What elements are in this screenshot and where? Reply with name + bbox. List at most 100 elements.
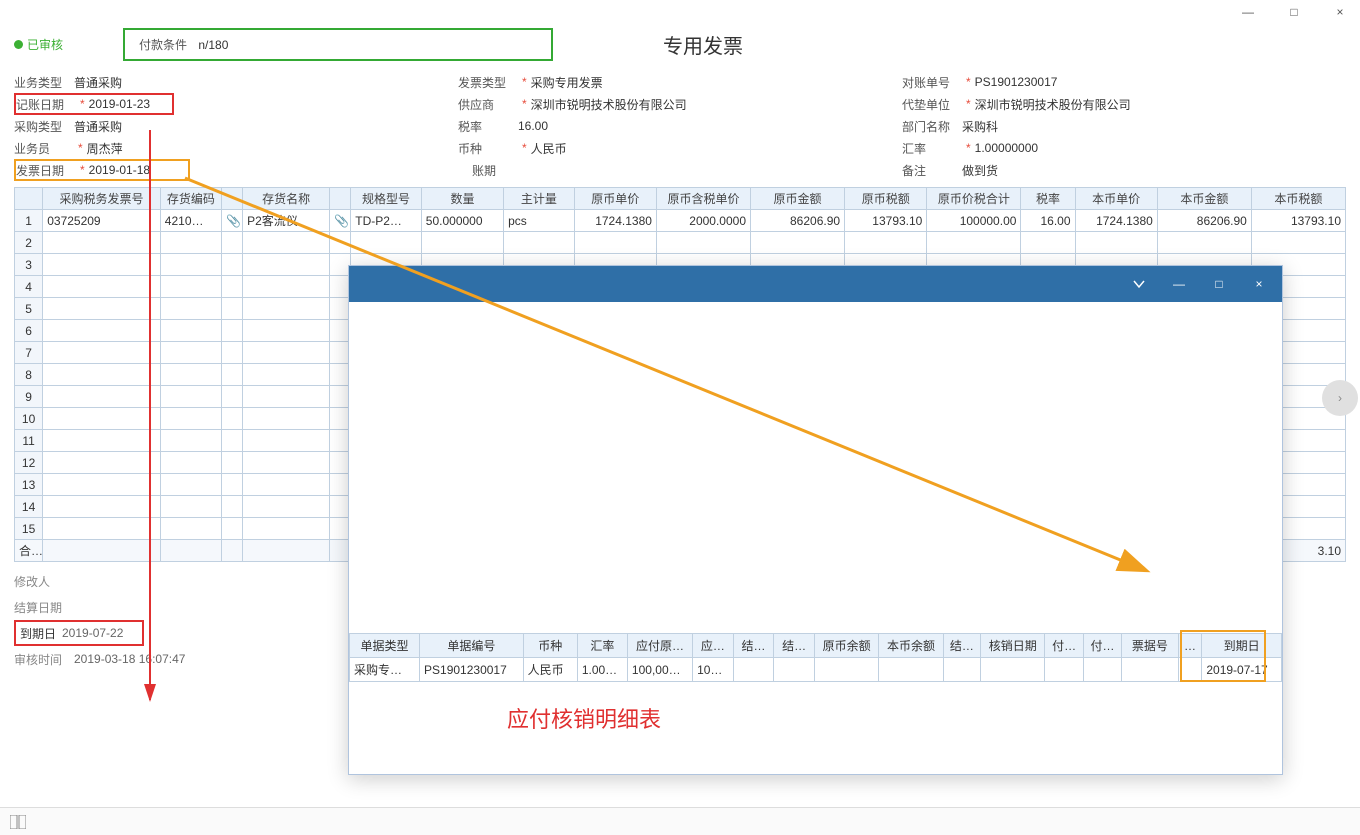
table-header[interactable]: 原币金额 (751, 188, 845, 210)
tax-rate-value: 16.00 (518, 119, 548, 133)
close-button[interactable]: × (1326, 2, 1354, 22)
popup-table-header[interactable]: 付… (1045, 634, 1083, 658)
currency-value: 人民币 (531, 140, 567, 157)
table-header[interactable]: 采购税务发票号 (43, 188, 161, 210)
table-cell (43, 232, 161, 254)
popup-table-header[interactable]: 到期日 (1202, 634, 1282, 658)
table-cell (243, 540, 330, 562)
table-row[interactable]: 1037252094210…📎P2客流仪📎TD-P2…50.000000pcs1… (15, 210, 1346, 232)
dialog-maximize-button[interactable]: □ (1206, 273, 1232, 295)
table-cell (1075, 232, 1157, 254)
table-header[interactable]: 本币金额 (1157, 188, 1251, 210)
layout-icon (10, 815, 26, 829)
table-header[interactable]: 税率 (1021, 188, 1075, 210)
popup-table-cell (1178, 658, 1202, 682)
table-cell (43, 320, 161, 342)
approved-icon (14, 40, 23, 49)
table-cell: 15 (15, 518, 43, 540)
popup-table-header[interactable]: 单据类型 (350, 634, 420, 658)
table-cell (243, 254, 330, 276)
popup-table-header[interactable]: 币种 (523, 634, 577, 658)
due-date-value: 2019-07-22 (62, 626, 123, 640)
table-row[interactable]: 2 (15, 232, 1346, 254)
dialog-minimize-button[interactable]: — (1166, 273, 1192, 295)
dialog-dropdown-button[interactable] (1126, 273, 1152, 295)
popup-table-cell: PS1901230017 (420, 658, 524, 682)
table-cell (160, 232, 221, 254)
maximize-button[interactable]: □ (1280, 2, 1308, 22)
table-header[interactable]: 存货编码 (160, 188, 221, 210)
table-cell: 14 (15, 496, 43, 518)
table-cell (221, 276, 242, 298)
table-cell: 6 (15, 320, 43, 342)
table-header[interactable]: 原币税额 (845, 188, 927, 210)
payment-terms-label: 付款条件 (139, 38, 187, 52)
popup-table-header[interactable]: 核销日期 (981, 634, 1045, 658)
popup-table-header[interactable]: 应付原… (627, 634, 692, 658)
table-cell (160, 320, 221, 342)
table-cell: pcs (504, 210, 575, 232)
table-header[interactable] (330, 188, 351, 210)
table-header[interactable]: 主计量 (504, 188, 575, 210)
popup-table-header[interactable]: 票据号 (1122, 634, 1178, 658)
table-cell (574, 232, 656, 254)
table-cell: 16.00 (1021, 210, 1075, 232)
period-label: 账期 (458, 162, 518, 179)
table-header[interactable]: 本币单价 (1075, 188, 1157, 210)
table-cell (221, 474, 242, 496)
table-header[interactable]: 数量 (421, 188, 503, 210)
modifier-label: 修改人 (14, 573, 74, 590)
table-cell (43, 452, 161, 474)
table-header[interactable]: 存货名称 (243, 188, 330, 210)
popup-table-cell (1045, 658, 1083, 682)
table-cell (160, 364, 221, 386)
table-cell: 1724.1380 (1075, 210, 1157, 232)
popup-table-header[interactable]: 结… (774, 634, 815, 658)
popup-table-header[interactable]: … (1178, 634, 1202, 658)
table-cell: 86206.90 (1157, 210, 1251, 232)
popup-table-header[interactable]: 原币余额 (815, 634, 879, 658)
table-cell (243, 430, 330, 452)
table-header[interactable]: 原币单价 (574, 188, 656, 210)
table-cell (43, 540, 161, 562)
table-header[interactable] (15, 188, 43, 210)
invoice-date-value: 2019-01-18 (89, 163, 150, 177)
writeoff-detail-table[interactable]: 单据类型单据编号币种汇率应付原…应…结…结…原币余额本币余额结…核销日期付…付…… (349, 633, 1282, 682)
popup-table-header[interactable]: 应… (693, 634, 734, 658)
table-header[interactable]: 原币含税单价 (656, 188, 750, 210)
writeoff-detail-dialog: — □ × 单据类型单据编号币种汇率应付原…应…结…结…原币余额本币余额结…核销… (348, 265, 1283, 775)
table-header[interactable]: 原币价税合计 (927, 188, 1021, 210)
popup-table-header[interactable]: 汇率 (577, 634, 627, 658)
table-cell: 50.000000 (421, 210, 503, 232)
table-cell: P2客流仪 (243, 210, 330, 232)
table-header[interactable]: 规格型号 (351, 188, 422, 210)
dialog-caption-label: 应付核销明细表 (507, 702, 661, 734)
dept-value: 采购科 (962, 118, 998, 135)
popup-table-header[interactable]: 付… (1083, 634, 1121, 658)
table-cell (243, 474, 330, 496)
table-cell (243, 386, 330, 408)
table-header[interactable]: 本币税额 (1251, 188, 1345, 210)
minimize-button[interactable]: — (1234, 2, 1262, 22)
dialog-close-button[interactable]: × (1246, 273, 1272, 295)
table-cell: 12 (15, 452, 43, 474)
table-cell (221, 496, 242, 518)
table-cell (160, 540, 221, 562)
window-titlebar: — □ × (0, 0, 1360, 24)
popup-table-header[interactable]: 结… (733, 634, 774, 658)
table-cell (160, 298, 221, 320)
table-cell (221, 452, 242, 474)
popup-table-cell: 采购专… (350, 658, 420, 682)
table-cell: 13793.10 (845, 210, 927, 232)
popup-table-header[interactable]: 本币余额 (879, 634, 943, 658)
table-cell (160, 408, 221, 430)
popup-table-header[interactable]: 单据编号 (420, 634, 524, 658)
audit-time-label: 审核时间 (14, 651, 74, 668)
purchase-type-label: 采购类型 (14, 118, 74, 135)
table-header[interactable] (221, 188, 242, 210)
table-cell (221, 540, 242, 562)
next-page-button[interactable]: › (1322, 380, 1358, 416)
table-cell: 03725209 (43, 210, 161, 232)
popup-table-header[interactable]: 结… (943, 634, 980, 658)
popup-table-cell (815, 658, 879, 682)
